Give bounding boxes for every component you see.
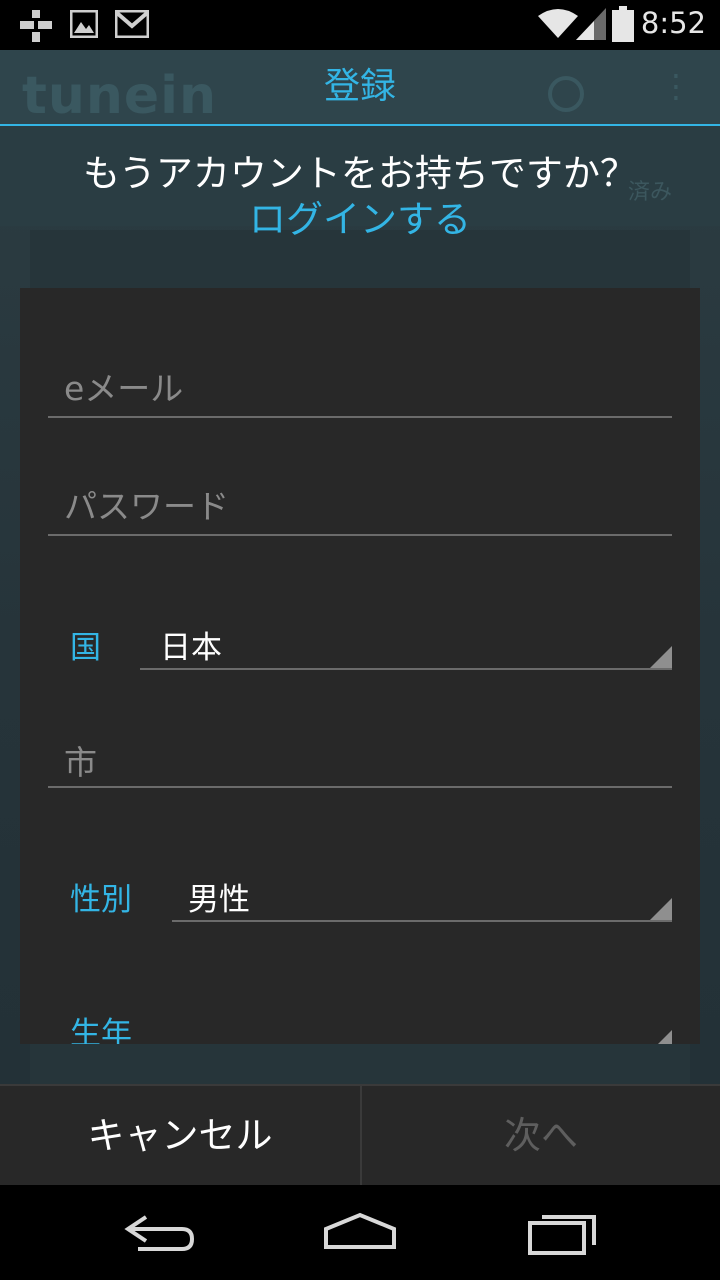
gender-underline (172, 920, 672, 922)
gender-label: 性別 (70, 882, 132, 918)
email-underline (48, 416, 672, 418)
country-underline (140, 668, 672, 670)
title-divider (0, 124, 720, 126)
city-underline (48, 786, 672, 788)
home-icon[interactable] (320, 1207, 400, 1259)
battery-icon (612, 6, 634, 42)
existing-account-question: もうアカウントをお持ちですか？ (83, 152, 637, 195)
signal-icon (576, 8, 606, 40)
country-label: 国 (70, 630, 101, 666)
password-underline (48, 534, 672, 536)
dialog-button-bar: キャンセル 次へ (0, 1084, 720, 1186)
navigation-bar (0, 1185, 720, 1280)
city-placeholder: 市 (64, 743, 97, 782)
gender-value: 男性 (188, 882, 250, 918)
login-link[interactable]: ログインする (0, 196, 720, 244)
wifi-icon (538, 9, 578, 38)
dropdown-arrow-icon (658, 1030, 672, 1044)
birth-year-label: 生年 (70, 1016, 132, 1044)
signup-form: eメール パスワード 国 日本 市 性別 男性 生年 (20, 288, 700, 1044)
email-placeholder: eメール (64, 369, 184, 408)
status-time: 8:52 (640, 6, 706, 40)
country-value: 日本 (160, 630, 222, 666)
dropdown-arrow-icon (650, 646, 672, 668)
dropdown-arrow-icon (650, 898, 672, 920)
dialog-title: 登録 (323, 66, 396, 107)
password-placeholder: パスワード (64, 487, 229, 526)
image-icon (70, 10, 98, 38)
back-icon[interactable] (120, 1207, 200, 1259)
tunein-notification-icon (20, 10, 52, 42)
cancel-button[interactable]: キャンセル (0, 1086, 360, 1186)
gmail-icon (115, 10, 149, 38)
status-bar: 8:52 (0, 0, 720, 50)
recent-apps-icon[interactable] (522, 1207, 602, 1259)
next-button[interactable]: 次へ (362, 1086, 720, 1186)
